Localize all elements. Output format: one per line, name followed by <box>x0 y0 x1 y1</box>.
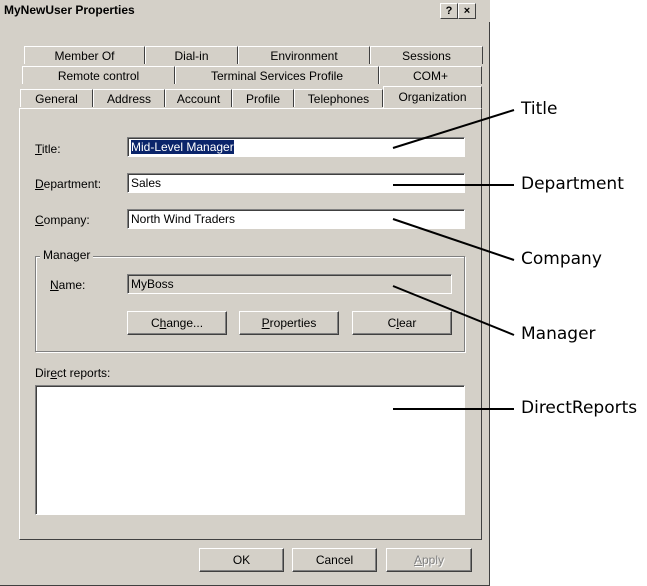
callout-line-manager <box>392 285 515 336</box>
callout-company: Company <box>521 249 602 269</box>
callout-title: Title <box>521 99 558 119</box>
callout-line-company <box>392 218 515 261</box>
callout-department: Department <box>521 174 624 194</box>
callout-lines <box>392 109 515 410</box>
tab-organization[interactable]: Organization <box>383 86 482 108</box>
callout-direct-reports: DirectReports <box>521 398 638 418</box>
callout-manager: Manager <box>521 324 596 344</box>
callout-line-title <box>392 109 515 149</box>
